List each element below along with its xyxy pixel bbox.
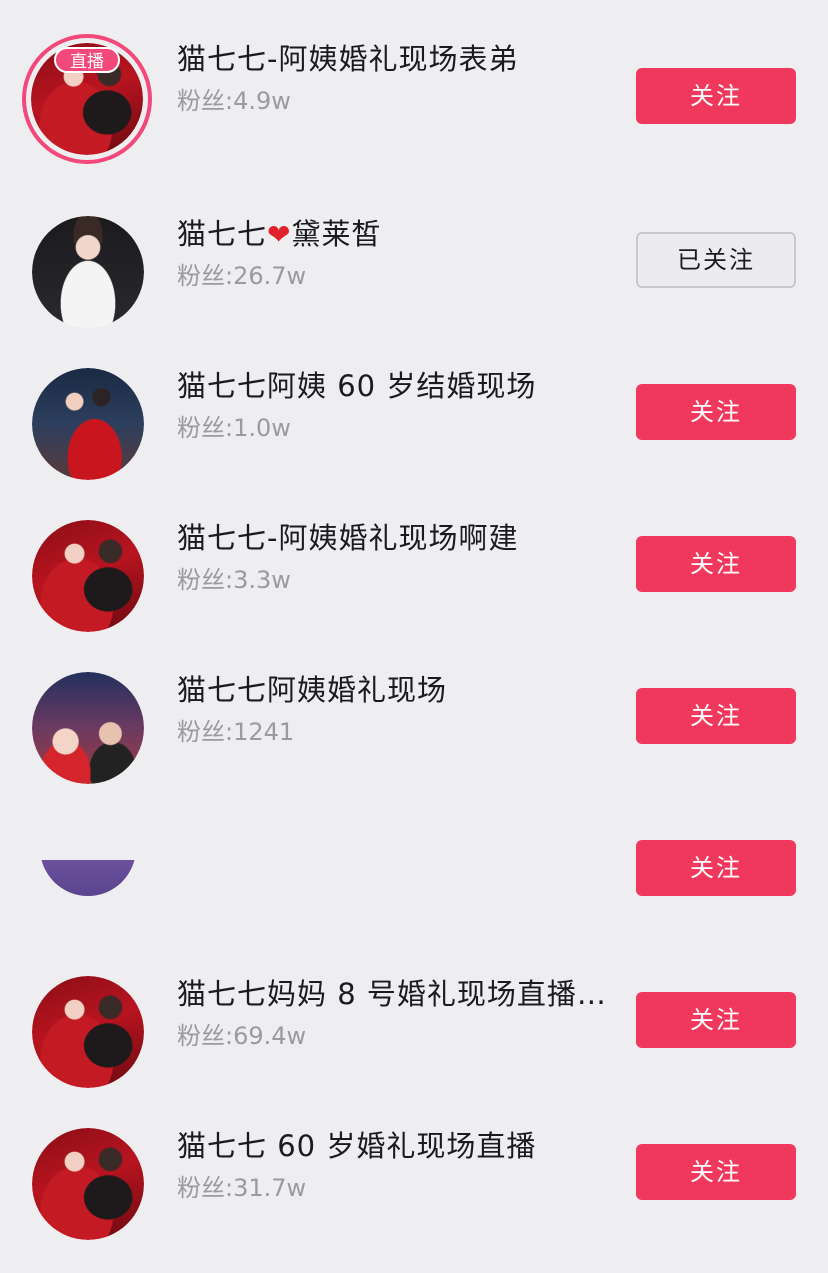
follow-button[interactable]: 关注 xyxy=(636,688,796,744)
follow-button[interactable]: 关注 xyxy=(636,992,796,1048)
user-row[interactable]: 猫七七-阿姨婚礼现场啊建 粉丝:3.3w 关注 xyxy=(0,492,828,644)
fans-count: 粉丝:1241 xyxy=(177,718,295,746)
follow-button[interactable]: 关注 xyxy=(636,536,796,592)
user-row[interactable]: 猫七七阿姨婚礼现场 粉丝:1241 关注 xyxy=(0,644,828,796)
avatar-image xyxy=(32,368,144,480)
user-row[interactable]: 直播 猫七七-阿姨婚礼现场表弟 粉丝:4.9w 关注 xyxy=(0,20,828,172)
avatar-image xyxy=(32,976,144,1088)
account-name[interactable]: 猫七七阿姨婚礼现场 xyxy=(177,667,447,709)
user-row[interactable]: 关注 xyxy=(0,796,828,948)
fans-count: 粉丝:31.7w xyxy=(177,1174,307,1202)
fans-count: 粉丝:4.9w xyxy=(177,87,291,115)
live-badge: 直播 xyxy=(54,47,120,73)
account-name[interactable]: 猫七七阿姨 60 岁结婚现场 xyxy=(177,363,536,405)
avatar[interactable] xyxy=(32,976,144,1088)
followed-button[interactable]: 已关注 xyxy=(636,232,796,288)
account-name[interactable]: 猫七七 60 岁婚礼现场直播 xyxy=(177,1123,536,1165)
user-row[interactable]: 猫七七妈妈 8 号婚礼现场直播... 粉丝:69.4w 关注 xyxy=(0,948,828,1100)
account-name[interactable]: 猫七七妈妈 8 号婚礼现场直播... xyxy=(177,971,607,1013)
avatar-image xyxy=(40,860,136,896)
avatar[interactable] xyxy=(32,672,144,784)
avatar[interactable] xyxy=(32,216,144,328)
fans-count: 粉丝:26.7w xyxy=(177,262,307,290)
account-name[interactable]: 猫七七-阿姨婚礼现场表弟 xyxy=(177,36,518,78)
avatar[interactable] xyxy=(32,520,144,632)
fans-count: 粉丝:3.3w xyxy=(177,566,291,594)
follow-button[interactable]: 关注 xyxy=(636,1144,796,1200)
avatar-image xyxy=(32,672,144,784)
account-name[interactable]: 猫七七-阿姨婚礼现场啊建 xyxy=(177,515,518,557)
avatar-image xyxy=(32,520,144,632)
user-row[interactable]: 猫七七阿姨 60 岁结婚现场 粉丝:1.0w 关注 xyxy=(0,340,828,492)
avatar-image xyxy=(32,216,144,328)
fans-count: 粉丝:69.4w xyxy=(177,1022,307,1050)
avatar[interactable] xyxy=(32,1128,144,1240)
fans-count: 粉丝:1.0w xyxy=(177,414,291,442)
account-name[interactable]: 猫七七❤黛莱皙 xyxy=(177,211,382,253)
follow-button[interactable]: 关注 xyxy=(636,384,796,440)
user-row[interactable]: 猫七七 60 岁婚礼现场直播 粉丝:31.7w 关注 xyxy=(0,1100,828,1252)
heart-icon: ❤ xyxy=(267,218,292,251)
user-row[interactable]: 猫七七❤黛莱皙 粉丝:26.7w 已关注 xyxy=(0,188,828,340)
avatar-image xyxy=(32,1128,144,1240)
account-name-prefix: 猫七七 xyxy=(177,217,268,251)
user-search-results-list: 直播 猫七七-阿姨婚礼现场表弟 粉丝:4.9w 关注 猫七七❤黛莱皙 粉丝:26… xyxy=(0,0,828,1273)
follow-button[interactable]: 关注 xyxy=(636,68,796,124)
avatar[interactable] xyxy=(32,368,144,480)
follow-button[interactable]: 关注 xyxy=(636,840,796,896)
account-name-suffix: 黛莱皙 xyxy=(291,217,382,251)
avatar[interactable] xyxy=(40,860,136,932)
